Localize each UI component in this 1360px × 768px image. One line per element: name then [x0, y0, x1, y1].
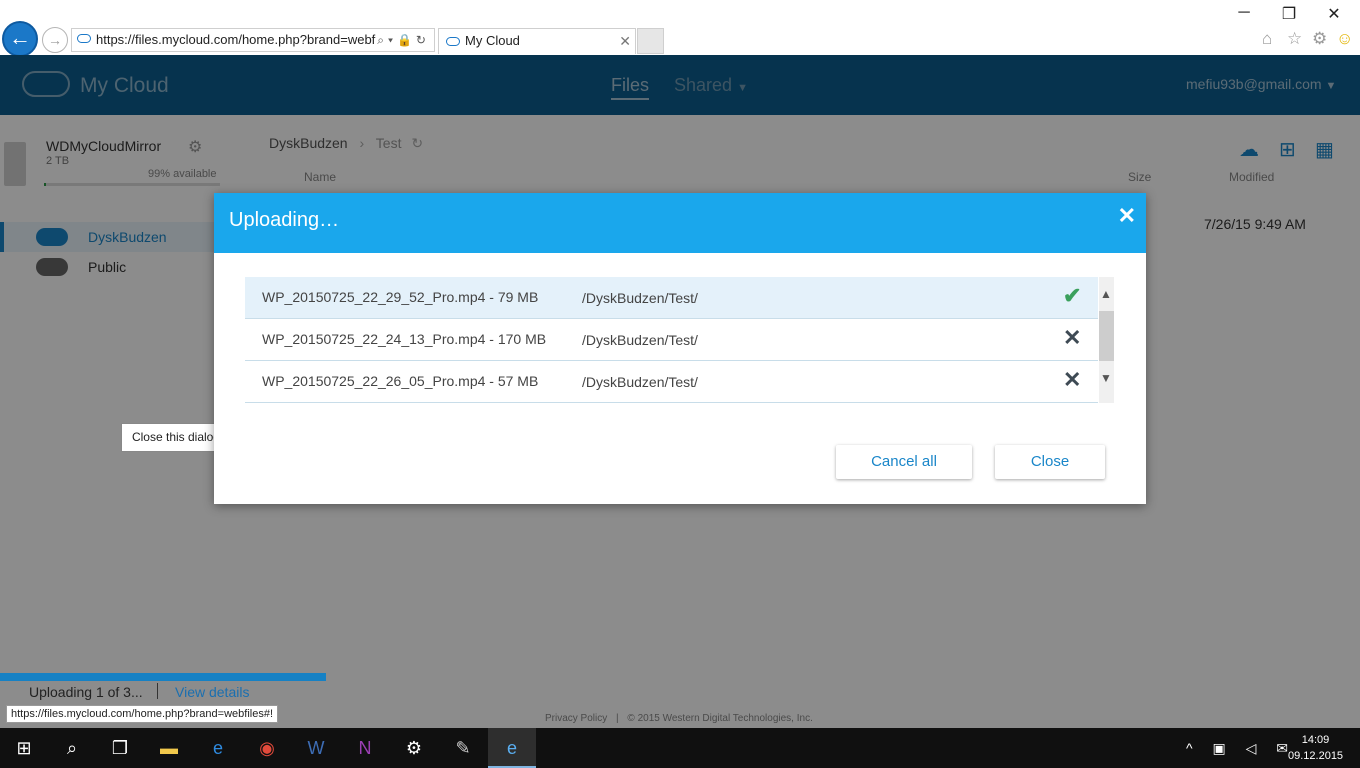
address-tools-icon[interactable]: ⌕▾🔒↻ [377, 29, 430, 51]
clock-date: 09.12.2015 [1288, 750, 1344, 762]
tab-title: My Cloud [465, 33, 520, 48]
file-name: WP_20150725_22_24_13_Pro.mp4 - 170 MB [262, 331, 547, 347]
upload-file-list: WP_20150725_22_29_52_Pro.mp4 - 79 MB /Dy… [245, 277, 1098, 403]
cancel-upload-icon[interactable]: ✕ [1063, 367, 1081, 393]
close-button[interactable]: Close [995, 445, 1105, 479]
address-url: https://files.mycloud.com/home.php?brand… [96, 32, 376, 47]
chevron-up-icon[interactable]: ▲ [1100, 287, 1112, 301]
paint-icon[interactable]: ✎ [439, 728, 487, 768]
upload-progress-bar [0, 673, 327, 681]
windows-start-icon[interactable]: ⊞ [0, 728, 48, 768]
search-icon[interactable]: ⌕ [48, 728, 96, 768]
restore-icon[interactable]: ❐ [1277, 4, 1301, 24]
upload-status-bar: Uploading 1 of 3... View details [0, 681, 1360, 703]
checkmark-icon: ✔ [1063, 283, 1082, 308]
close-tab-icon[interactable]: ✕ [619, 29, 631, 53]
upload-dialog: Uploading… ✕ WP_20150725_22_29_52_Pro.mp… [214, 193, 1146, 504]
file-path: /DyskBudzen/Test/ [582, 290, 698, 306]
browser-tab[interactable]: My Cloud ✕ [438, 28, 636, 54]
cancel-upload-icon[interactable]: ✕ [1063, 325, 1081, 351]
edge-icon[interactable]: e [194, 728, 242, 768]
settings-gear-icon[interactable]: ⚙ [1312, 29, 1327, 49]
minimize-icon[interactable]: ─ [1232, 4, 1256, 22]
file-name: WP_20150725_22_26_05_Pro.mp4 - 57 MB [262, 373, 539, 389]
system-tray-icons[interactable]: ^ ▣ ◁ ✉ [1186, 728, 1296, 768]
file-path: /DyskBudzen/Test/ [582, 374, 698, 390]
list-item: WP_20150725_22_24_13_Pro.mp4 - 170 MB /D… [245, 319, 1098, 361]
upload-status-text: Uploading 1 of 3... [29, 684, 143, 700]
close-icon[interactable]: ✕ [1118, 203, 1136, 229]
file-explorer-icon[interactable]: ▬ [145, 728, 193, 768]
back-arrow-icon[interactable]: ← [2, 21, 38, 57]
onenote-icon[interactable]: N [341, 728, 389, 768]
taskbar: ⊞ ⌕ ❐ ▬ e ◉ W N ⚙ ✎ e ^ ▣ ◁ ✉ 14:09 09.1… [0, 728, 1360, 768]
file-name: WP_20150725_22_29_52_Pro.mp4 - 79 MB [262, 289, 539, 305]
browser-chrome: ← → https://files.mycloud.com/home.php?b… [0, 0, 1360, 57]
new-tab-button[interactable] [637, 28, 664, 54]
list-item: WP_20150725_22_26_05_Pro.mp4 - 57 MB /Dy… [245, 361, 1098, 403]
cloud-icon [446, 37, 460, 46]
smiley-icon[interactable]: ☺ [1336, 29, 1353, 49]
divider [157, 683, 158, 699]
task-view-icon[interactable]: ❐ [96, 728, 144, 768]
settings-gear-icon[interactable]: ⚙ [390, 728, 438, 768]
address-bar[interactable]: https://files.mycloud.com/home.php?brand… [71, 28, 435, 52]
scrollbar-thumb[interactable] [1099, 311, 1114, 361]
chevron-down-icon[interactable]: ▼ [1100, 371, 1112, 385]
home-icon[interactable]: ⌂ [1262, 29, 1272, 49]
dialog-title: Uploading… [229, 209, 340, 231]
word-icon[interactable]: W [292, 728, 340, 768]
status-bar-url: https://files.mycloud.com/home.php?brand… [6, 705, 279, 723]
view-details-link[interactable]: View details [175, 684, 249, 700]
file-path: /DyskBudzen/Test/ [582, 332, 698, 348]
cancel-all-button[interactable]: Cancel all [836, 445, 972, 479]
close-window-icon[interactable]: ✕ [1322, 4, 1346, 24]
clock-time: 14:09 [1301, 734, 1330, 746]
list-item: WP_20150725_22_29_52_Pro.mp4 - 79 MB /Dy… [245, 277, 1098, 319]
favorites-star-icon[interactable]: ☆ [1287, 29, 1302, 49]
dialog-header: Uploading… ✕ [214, 193, 1146, 253]
list-scrollbar[interactable]: ▲ ▼ [1099, 277, 1114, 403]
chrome-icon[interactable]: ◉ [243, 728, 291, 768]
forward-arrow-icon[interactable]: → [42, 27, 68, 53]
cloud-icon [77, 34, 91, 43]
taskbar-clock[interactable]: 14:09 09.12.2015 [1288, 732, 1343, 764]
internet-explorer-icon[interactable]: e [488, 728, 536, 768]
